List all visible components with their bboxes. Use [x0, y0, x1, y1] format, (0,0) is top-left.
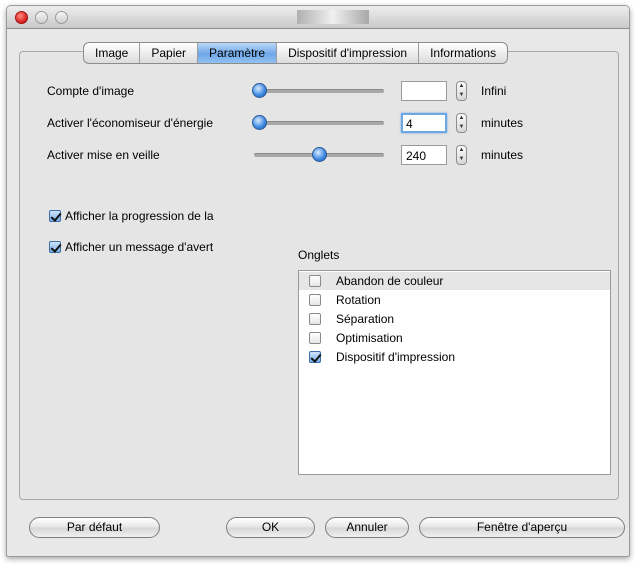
energy-saver-stepper[interactable]: ▲ ▼	[456, 113, 467, 133]
list-item[interactable]: Séparation	[299, 310, 610, 328]
image-count-slider-knob[interactable]	[252, 83, 267, 98]
list-item-label: Abandon de couleur	[336, 274, 444, 288]
onglets-list[interactable]: Abandon de couleur Rotation Séparation O…	[298, 270, 611, 475]
show-warning-checkbox[interactable]	[49, 241, 61, 253]
list-item-label: Séparation	[336, 312, 395, 326]
list-item-label: Dispositif d'impression	[336, 350, 455, 364]
image-count-label: Compte d'image	[47, 84, 134, 98]
tab-dispositif-impression[interactable]: Dispositif d'impression	[276, 43, 418, 63]
image-count-unit: Infini	[481, 84, 507, 98]
image-count-stepper[interactable]: ▲ ▼	[456, 81, 467, 101]
sleep-unit: minutes	[481, 148, 524, 162]
tab-papier[interactable]: Papier	[139, 43, 197, 63]
preferences-window: Image Papier Paramètre Dispositif d'impr…	[6, 5, 630, 557]
stepper-up-icon[interactable]: ▲	[457, 114, 466, 123]
stepper-up-icon[interactable]: ▲	[457, 146, 466, 155]
minimize-window-icon[interactable]	[35, 11, 48, 24]
list-item-checkbox[interactable]	[309, 351, 321, 363]
list-item[interactable]: Rotation	[299, 291, 610, 309]
ok-button[interactable]: OK	[226, 517, 315, 538]
stepper-down-icon[interactable]: ▼	[457, 91, 466, 100]
stepper-up-icon[interactable]: ▲	[457, 82, 466, 91]
list-item-checkbox[interactable]	[309, 332, 321, 344]
sleep-slider-knob[interactable]	[312, 147, 327, 162]
list-item-checkbox[interactable]	[309, 313, 321, 325]
image-count-track[interactable]	[254, 89, 384, 93]
energy-saver-unit: minutes	[481, 116, 524, 130]
list-item[interactable]: Dispositif d'impression	[299, 348, 610, 366]
close-window-icon[interactable]	[15, 11, 28, 24]
default-button[interactable]: Par défaut	[29, 517, 160, 538]
tab-parametre[interactable]: Paramètre	[197, 43, 277, 63]
show-progress-checkbox[interactable]	[49, 210, 61, 222]
stepper-down-icon[interactable]: ▼	[457, 155, 466, 164]
cancel-button[interactable]: Annuler	[325, 517, 409, 538]
zoom-window-icon[interactable]	[55, 11, 68, 24]
list-item-checkbox[interactable]	[309, 294, 321, 306]
image-count-field[interactable]	[401, 81, 447, 101]
list-item[interactable]: Abandon de couleur	[299, 272, 610, 290]
energy-saver-track[interactable]	[254, 121, 384, 125]
show-warning-label: Afficher un message d'avert	[65, 240, 214, 254]
sleep-field[interactable]: 240	[401, 145, 447, 165]
list-item-label: Optimisation	[336, 331, 403, 345]
tab-informations[interactable]: Informations	[418, 43, 507, 63]
title-bar[interactable]	[7, 6, 629, 29]
list-item-label: Rotation	[336, 293, 381, 307]
stepper-down-icon[interactable]: ▼	[457, 123, 466, 132]
energy-saver-label: Activer l'économiseur d'énergie	[47, 116, 213, 130]
onglets-title: Onglets	[298, 248, 340, 262]
sleep-label: Activer mise en veille	[47, 148, 160, 162]
tab-bar: Image Papier Paramètre Dispositif d'impr…	[83, 42, 509, 64]
energy-saver-slider-knob[interactable]	[252, 115, 267, 130]
window-title-proxy	[297, 10, 369, 24]
preview-button[interactable]: Fenêtre d'aperçu	[419, 517, 625, 538]
tab-image[interactable]: Image	[84, 43, 139, 63]
list-item-checkbox[interactable]	[309, 275, 321, 287]
list-item[interactable]: Optimisation	[299, 329, 610, 347]
show-progress-label: Afficher la progression de la	[65, 209, 214, 223]
sleep-stepper[interactable]: ▲ ▼	[456, 145, 467, 165]
energy-saver-field[interactable]: 4	[401, 113, 447, 133]
